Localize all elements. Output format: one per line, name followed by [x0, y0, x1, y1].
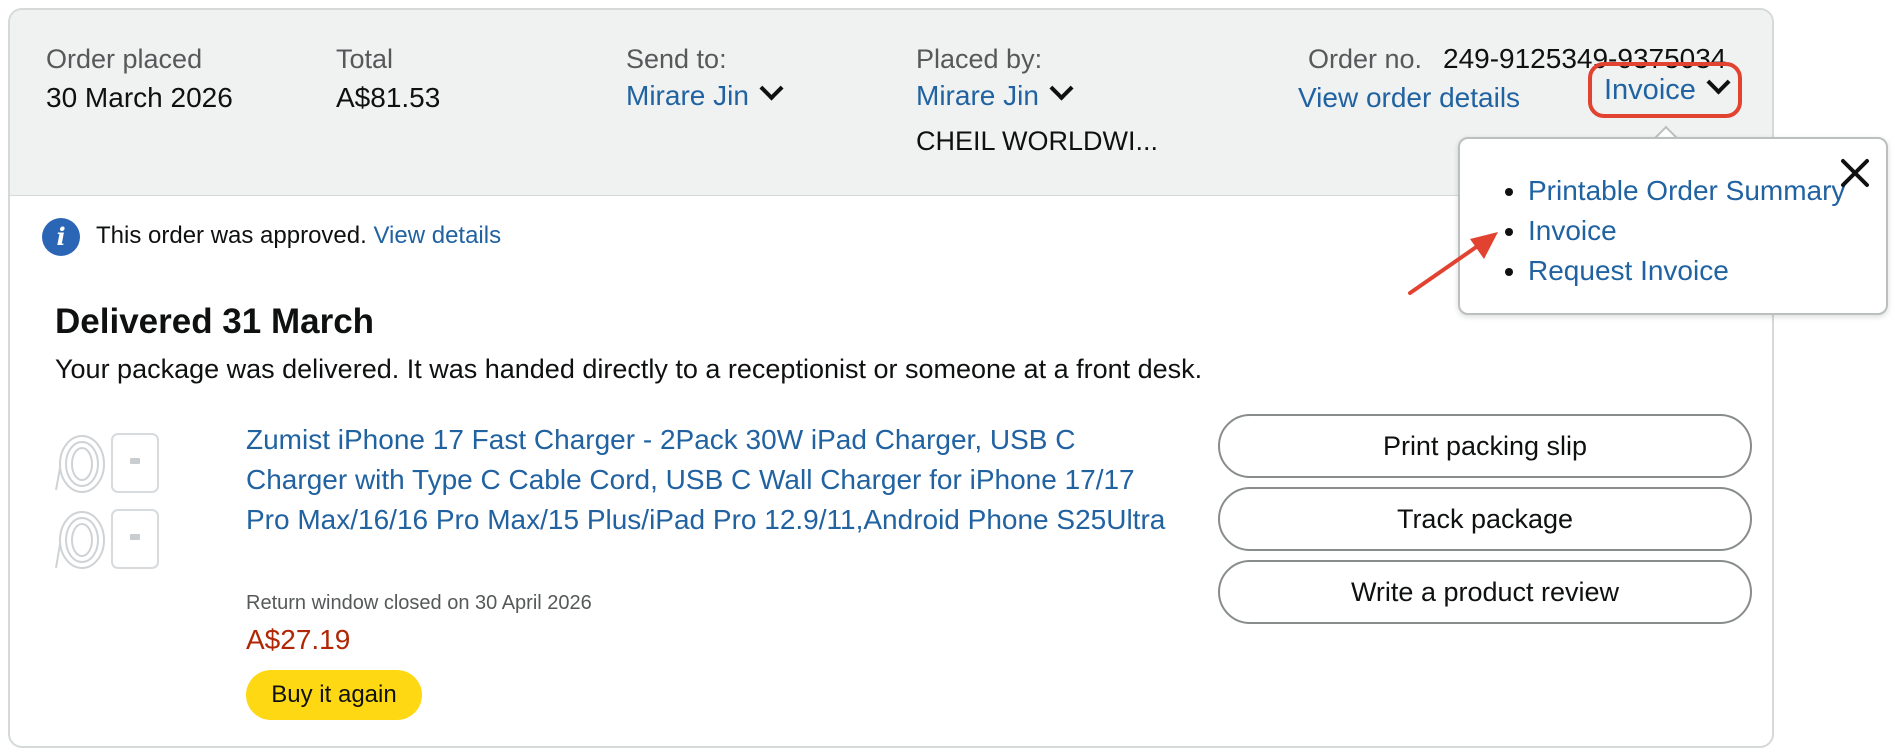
- info-icon: i: [42, 218, 80, 256]
- alert-message: This order was approved. View details: [96, 222, 501, 250]
- order-number-label: Order no.: [1308, 44, 1423, 74]
- order-card: Order placed 30 March 2026 Total A$81.53…: [8, 8, 1774, 748]
- delivery-description: Your package was delivered. It was hande…: [55, 354, 1203, 384]
- product-title-link[interactable]: Zumist iPhone 17 Fast Charger - 2Pack 30…: [246, 420, 1166, 540]
- placed-by-company: CHEIL WORLDWI...: [916, 126, 1159, 156]
- chevron-down-icon: [1706, 70, 1731, 95]
- invoice-menu-item: Printable Order Summary: [1528, 171, 1845, 211]
- placed-by-label: Placed by:: [916, 44, 1043, 74]
- chevron-down-icon: [1049, 76, 1074, 101]
- placed-by-dropdown[interactable]: Mirare Jin: [916, 76, 1074, 112]
- track-package-button[interactable]: Track package: [1218, 487, 1752, 551]
- send-to-name: Mirare Jin: [626, 80, 749, 111]
- write-review-button[interactable]: Write a product review: [1218, 560, 1752, 624]
- request-invoice-link[interactable]: Request Invoice: [1528, 255, 1729, 286]
- send-to-label: Send to:: [626, 44, 727, 74]
- send-to-dropdown[interactable]: Mirare Jin: [626, 76, 784, 112]
- invoice-menu-item: Request Invoice: [1528, 251, 1845, 291]
- product-thumbnail[interactable]: [54, 428, 164, 583]
- invoice-link[interactable]: Invoice: [1528, 215, 1617, 246]
- chevron-down-icon: [759, 76, 784, 101]
- invoice-dropdown-button[interactable]: Invoice: [1588, 62, 1742, 118]
- annotation-arrow-icon: [1408, 232, 1498, 295]
- product-price: A$27.19: [246, 624, 351, 655]
- close-icon[interactable]: [1838, 156, 1872, 190]
- delivery-status: Delivered 31 March: [55, 302, 375, 341]
- order-total: A$81.53: [336, 82, 441, 113]
- total-label: Total: [336, 44, 394, 74]
- invoice-menu: Printable Order Summary Invoice Request …: [1528, 171, 1845, 291]
- invoice-popover: Printable Order Summary Invoice Request …: [1458, 137, 1888, 315]
- view-details-link[interactable]: View details: [373, 222, 501, 249]
- invoice-menu-item: Invoice: [1528, 211, 1845, 251]
- return-window-note: Return window closed on 30 April 2026: [246, 592, 592, 614]
- view-order-details-link[interactable]: View order details: [1298, 82, 1520, 114]
- buy-again-button[interactable]: Buy it again: [246, 670, 422, 720]
- print-packing-slip-button[interactable]: Print packing slip: [1218, 414, 1752, 478]
- printable-order-summary-link[interactable]: Printable Order Summary: [1528, 175, 1845, 206]
- placed-by-name: Mirare Jin: [916, 80, 1039, 111]
- invoice-label: Invoice: [1604, 74, 1696, 106]
- order-placed-label: Order placed: [46, 44, 203, 74]
- order-placed-date: 30 March 2026: [46, 82, 233, 113]
- alert-text: This order was approved.: [96, 222, 367, 249]
